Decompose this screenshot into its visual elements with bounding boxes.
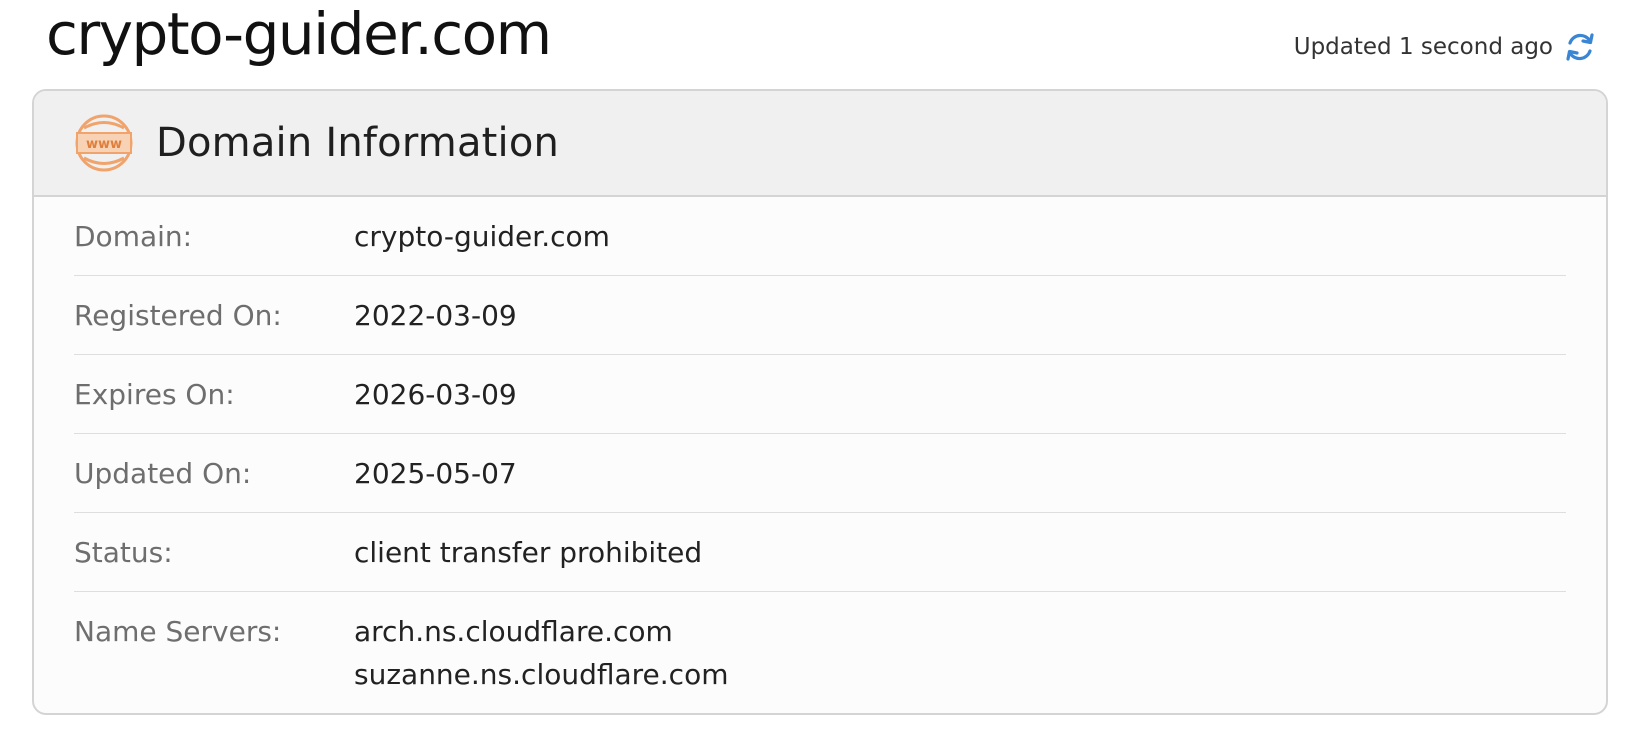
www-globe-icon: www (74, 113, 134, 173)
card-title: Domain Information (156, 120, 560, 166)
row-expires-on: Expires On: 2026-03-09 (74, 355, 1566, 434)
row-label: Name Servers: (74, 615, 282, 648)
name-server: suzanne.ns.cloudflare.com (354, 658, 729, 691)
row-label: Domain: (74, 220, 193, 253)
svg-text:www: www (86, 137, 122, 152)
row-name-servers: Name Servers: arch.ns.cloudflare.com suz… (74, 592, 1566, 697)
refresh-icon[interactable] (1563, 30, 1597, 64)
updated-text: Updated 1 second ago (1293, 34, 1553, 60)
row-status: Status: client transfer prohibited (74, 513, 1566, 592)
row-value: client transfer prohibited (354, 536, 703, 569)
updated-status: Updated 1 second ago (1294, 30, 1597, 64)
row-label: Status: (74, 536, 173, 569)
row-registered-on: Registered On: 2022-03-09 (74, 276, 1566, 355)
page-title: crypto-guider.com (46, 0, 552, 68)
row-label: Expires On: (74, 378, 235, 411)
row-value: 2025-05-07 (354, 457, 517, 490)
name-server: arch.ns.cloudflare.com (354, 615, 673, 648)
row-value: 2022-03-09 (354, 299, 517, 332)
domain-information-card: www Domain Information Domain: crypto-gu… (32, 89, 1608, 715)
row-updated-on: Updated On: 2025-05-07 (74, 434, 1566, 513)
row-value: crypto-guider.com (354, 220, 610, 253)
row-label: Registered On: (74, 299, 282, 332)
card-header: www Domain Information (34, 91, 1606, 197)
row-value: arch.ns.cloudflare.com suzanne.ns.cloudf… (354, 612, 729, 697)
row-domain: Domain: crypto-guider.com (74, 197, 1566, 276)
row-value: 2026-03-09 (354, 378, 517, 411)
row-label: Updated On: (74, 457, 252, 490)
info-rows: Domain: crypto-guider.com Registered On:… (34, 197, 1606, 697)
